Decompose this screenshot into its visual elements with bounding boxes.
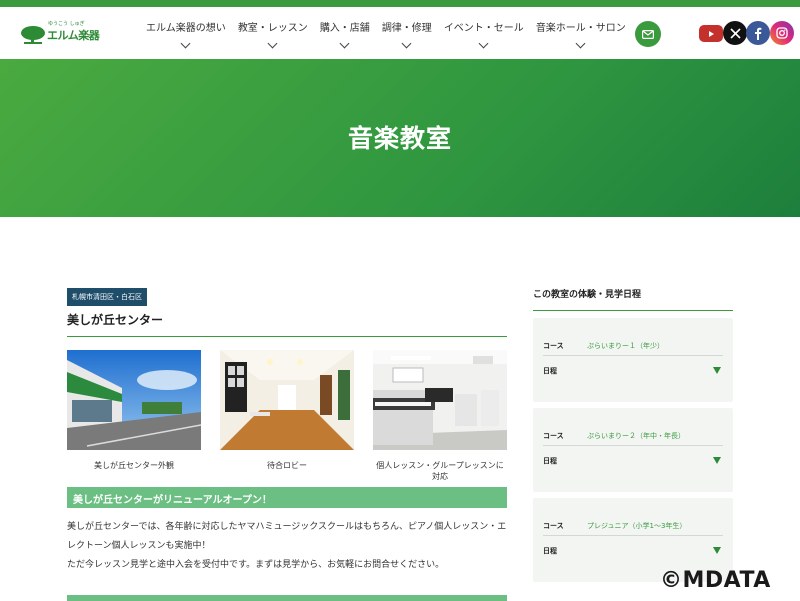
course-row: コース プレジュニア（小学1〜3年生）	[543, 516, 723, 536]
copyright-watermark: ©MDATA	[660, 568, 771, 593]
main-nav: エルム楽器の想い 教室・レッスン 購入・店舗 調律・修理 イベント・セール 音楽…	[140, 19, 632, 59]
schedule-label: 日程	[543, 367, 557, 375]
chevron-down-icon	[267, 38, 278, 49]
expand-triangle-icon[interactable]	[713, 457, 721, 464]
main-content: 札幌市清田区・白石区 美しが丘センター 美しが丘センター外観 待合ロビー 個人レ…	[67, 284, 507, 482]
contact-button[interactable]	[635, 21, 661, 47]
nav-label: エルム楽器の想い	[146, 23, 226, 34]
next-section-bar	[67, 595, 507, 601]
area-badge: 札幌市清田区・白石区	[67, 288, 147, 306]
top-accent-bar	[0, 0, 800, 7]
logo-subtext: ゆうこう しゅぎ	[48, 21, 85, 27]
schedule-card: コース ぷらいまりー２（年中・年長） 日程	[533, 408, 733, 492]
facebook-icon	[755, 27, 762, 40]
nav-item-stores[interactable]: 購入・店舗	[314, 19, 376, 59]
site-logo[interactable]: エルム楽器 ゆうこう しゅぎ	[20, 21, 100, 47]
site-header: エルム楽器 ゆうこう しゅぎ エルム楽器の想い 教室・レッスン 購入・店舗 調律…	[0, 7, 800, 59]
body-paragraph: ただ今レッスン見学と途中入会を受付中です。まずは見学から、お気軽にお問合せくださ…	[67, 560, 445, 570]
photo-caption: 美しが丘センター外観	[94, 461, 174, 470]
section-heading: 美しが丘センターがリニューアルオープン！	[67, 487, 507, 508]
course-label: コース	[543, 521, 564, 530]
photo-caption: 待合ロビー	[267, 461, 307, 470]
logo-text: エルム楽器	[47, 29, 100, 42]
schedule-card: コース ぷらいまりー１（年少） 日程	[533, 318, 733, 402]
course-label: コース	[543, 431, 564, 440]
nav-item-hall[interactable]: 音楽ホール・サロン	[530, 19, 632, 59]
youtube-icon	[709, 30, 714, 37]
nav-label: 購入・店舗	[319, 23, 370, 34]
nav-item-lessons[interactable]: 教室・レッスン	[232, 19, 314, 59]
chevron-down-icon	[478, 38, 489, 49]
course-label: コース	[543, 341, 564, 350]
nav-label: イベント・セール	[443, 23, 524, 34]
expand-triangle-icon[interactable]	[713, 367, 721, 374]
lobby-photo[interactable]	[220, 350, 354, 450]
schedule-label: 日程	[543, 457, 557, 465]
course-name: ぷらいまりー１（年少）	[587, 341, 664, 350]
photo-card: 個人レッスン・グループレッスンに対応	[373, 350, 507, 482]
hero-banner: 音楽教室	[0, 59, 800, 217]
photo-caption: 個人レッスン・グループレッスンに対応	[376, 461, 504, 481]
photo-gallery: 美しが丘センター外観 待合ロビー 個人レッスン・グループレッスンに対応	[67, 350, 507, 482]
schedule-row[interactable]: 日程	[543, 542, 723, 560]
schedule-label: 日程	[543, 547, 557, 555]
nav-label: 音楽ホール・サロン	[535, 23, 626, 34]
nav-label: 調律・修理	[381, 23, 432, 34]
nav-label: 教室・レッスン	[237, 23, 308, 34]
photo-card: 待合ロビー	[220, 350, 354, 482]
instagram-icon	[776, 27, 788, 39]
nav-item-tuning[interactable]: 調律・修理	[376, 19, 438, 59]
course-name: ぷらいまりー２（年中・年長）	[587, 431, 685, 440]
course-row: コース ぷらいまりー２（年中・年長）	[543, 426, 723, 446]
body-paragraph: 美しが丘センターでは、各年齢に対応したヤマハミュージックスクールはもちろん、ピア…	[67, 522, 507, 551]
lesson-room-photo[interactable]	[373, 350, 507, 450]
page-title: 音楽教室	[347, 124, 452, 153]
tree-logo-icon	[21, 26, 45, 44]
exterior-photo[interactable]	[67, 350, 201, 450]
center-title: 美しが丘センター	[67, 311, 507, 337]
youtube-link[interactable]	[699, 25, 723, 42]
x-link[interactable]	[723, 21, 747, 45]
schedule-row[interactable]: 日程	[543, 452, 723, 470]
mail-icon	[642, 29, 654, 39]
sidebar-title: この教室の体験・見学日程	[533, 287, 733, 311]
trial-schedule-sidebar: この教室の体験・見学日程 コース ぷらいまりー１（年少） 日程 コース ぷらいま…	[533, 287, 733, 582]
chevron-down-icon	[575, 38, 586, 49]
course-name: プレジュニア（小学1〜3年生）	[587, 521, 687, 530]
photo-card: 美しが丘センター外観	[67, 350, 201, 482]
chevron-down-icon	[339, 38, 350, 49]
x-icon	[729, 27, 741, 39]
nav-item-philosophy[interactable]: エルム楽器の想い	[140, 19, 232, 59]
expand-triangle-icon[interactable]	[713, 547, 721, 554]
nav-item-events[interactable]: イベント・セール	[438, 19, 530, 59]
chevron-down-icon	[180, 38, 191, 49]
instagram-link[interactable]	[770, 21, 794, 45]
chevron-down-icon	[401, 38, 412, 49]
course-row: コース ぷらいまりー１（年少）	[543, 336, 723, 356]
schedule-row[interactable]: 日程	[543, 362, 723, 380]
body-text: 美しが丘センターでは、各年齢に対応したヤマハミュージックスクールはもちろん、ピア…	[67, 518, 507, 575]
facebook-link[interactable]	[746, 21, 770, 45]
